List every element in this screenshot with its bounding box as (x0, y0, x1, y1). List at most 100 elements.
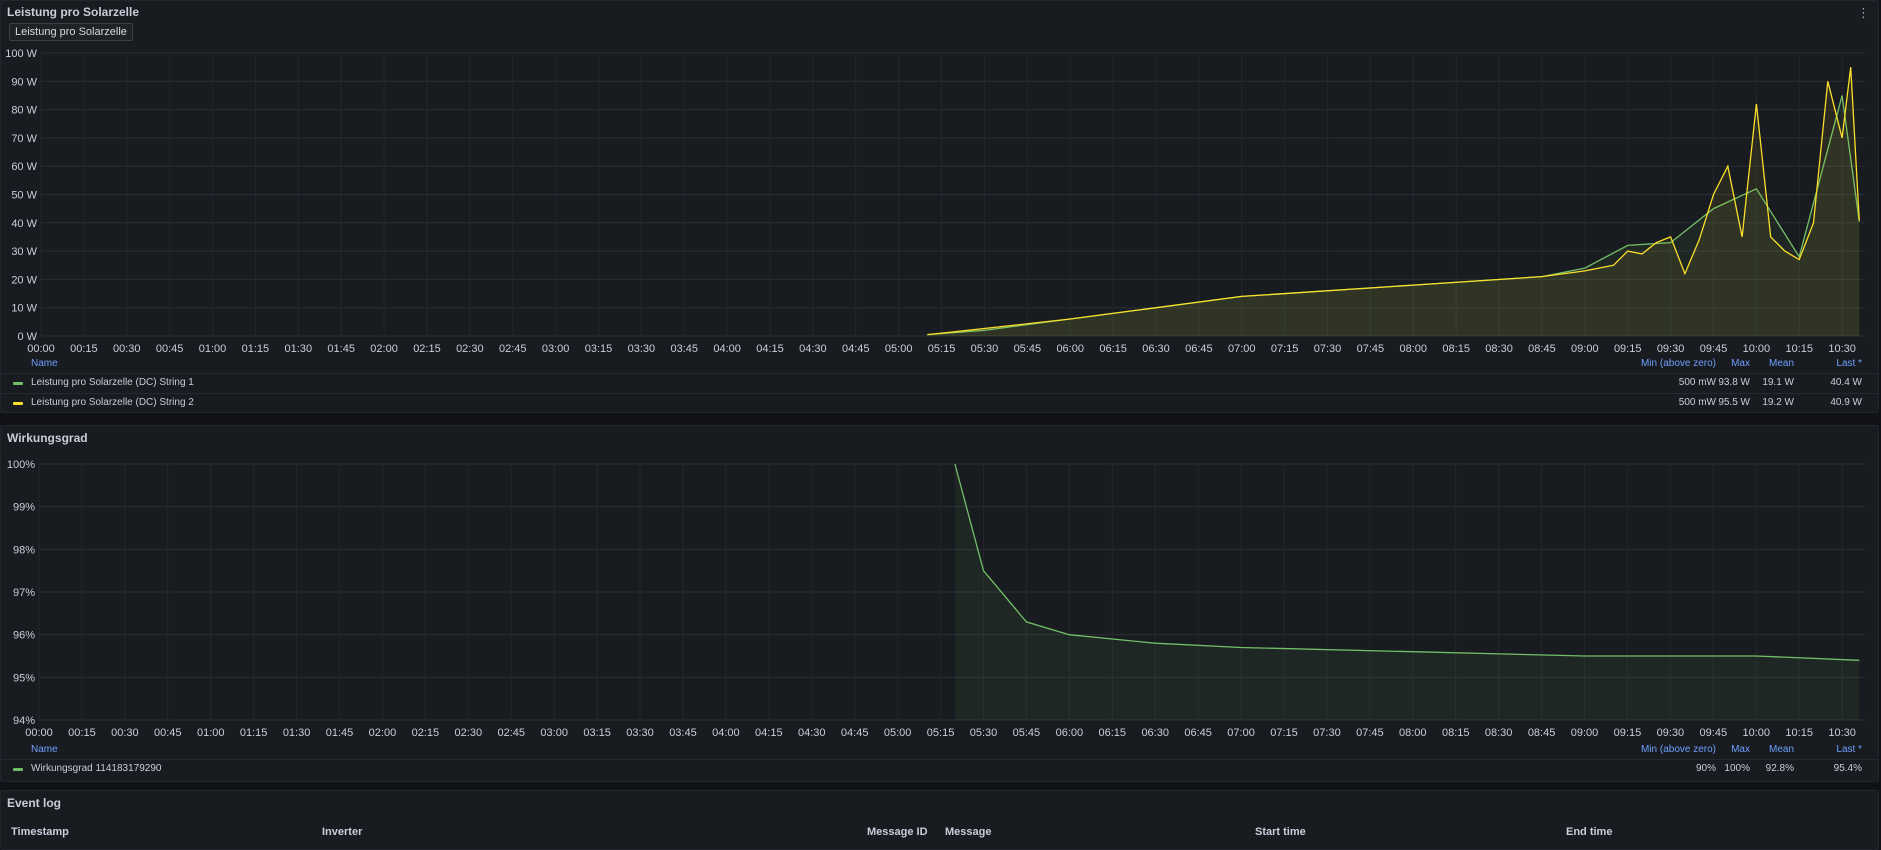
x-tick-label: 07:00 (1227, 727, 1255, 739)
x-tick-label: 08:30 (1485, 343, 1513, 355)
legend-col-mean[interactable]: Mean (1769, 741, 1794, 759)
efficiency-panel: Wirkungsgrad 94% 95% 96% 97% 98% 99% 100% 00:00… (0, 425, 1879, 782)
x-tick-label: 08:00 (1399, 727, 1427, 739)
legend-mean-value: 92.8% (1765, 763, 1794, 774)
x-tick-label: 01:30 (283, 727, 311, 739)
x-tick-label: 01:15 (240, 727, 268, 739)
x-tick-label: 10:30 (1828, 343, 1856, 355)
y-tick-label: 40 W (11, 218, 37, 230)
y-tick-label: 100% (7, 459, 35, 471)
x-tick-label: 03:15 (585, 343, 613, 355)
legend-col-last[interactable]: Last * (1836, 741, 1862, 759)
x-tick-label: 01:15 (242, 343, 270, 355)
legend-col-last[interactable]: Last * (1836, 355, 1862, 373)
column-header-inverter[interactable]: Inverter (322, 826, 362, 838)
x-tick-label: 06:00 (1056, 727, 1084, 739)
y-tick-label: 60 W (11, 161, 37, 173)
x-tick-label: 09:15 (1614, 727, 1642, 739)
x-tick-label: 02:15 (412, 727, 440, 739)
x-tick-label: 07:45 (1356, 727, 1384, 739)
x-tick-label: 03:15 (583, 727, 611, 739)
x-tick-label: 10:15 (1785, 727, 1813, 739)
x-tick-label: 04:30 (798, 727, 826, 739)
x-tick-label: 00:30 (111, 727, 139, 739)
y-tick-label: 98% (13, 544, 35, 556)
x-tick-label: 05:30 (970, 727, 998, 739)
x-tick-label: 05:00 (884, 727, 912, 739)
x-tick-label: 09:00 (1571, 343, 1599, 355)
column-header-message-id[interactable]: Message ID (867, 826, 928, 838)
x-tick-label: 07:30 (1314, 343, 1342, 355)
legend-series-name[interactable]: Wirkungsgrad 114183179290 (31, 760, 161, 778)
y-tick-label: 30 W (11, 246, 37, 258)
x-tick-label: 06:30 (1141, 727, 1169, 739)
x-tick-label: 04:00 (712, 727, 740, 739)
legend-col-min[interactable]: Min (above zero) (1641, 741, 1716, 759)
column-header-timestamp[interactable]: Timestamp (11, 826, 69, 838)
x-tick-label: 08:30 (1485, 727, 1513, 739)
efficiency-chart[interactable]: 94% 95% 96% 97% 98% 99% 100% 00:00 00:15 00:30 00:… (1, 426, 1880, 746)
x-tick-label: 10:15 (1785, 343, 1813, 355)
legend-series-name[interactable]: Leistung pro Solarzelle (DC) String 1 (31, 374, 194, 392)
x-tick-label: 04:15 (755, 727, 783, 739)
column-header-start-time[interactable]: Start time (1255, 826, 1306, 838)
legend-col-min[interactable]: Min (above zero) (1641, 355, 1716, 373)
x-tick-label: 05:15 (928, 343, 956, 355)
legend-header: Name Min (above zero) Max Mean Last * (1, 355, 1878, 373)
x-tick-label: 04:45 (841, 727, 869, 739)
x-tick-label: 04:15 (756, 343, 784, 355)
legend-col-max[interactable]: Max (1731, 741, 1750, 759)
power-panel: Leistung pro Solarzelle ⋮ Leistung pro S… (0, 0, 1879, 413)
x-tick-label: 05:00 (885, 343, 913, 355)
y-tick-label: 100 W (5, 48, 37, 60)
y-tick-label: 50 W (11, 190, 37, 202)
power-chart[interactable]: 0 W 10 W 20 W 30 W 40 W 50 W 60 W 70 W 80 W 90 W 1… (1, 1, 1880, 361)
x-tick-label: 09:45 (1700, 727, 1728, 739)
column-header-message[interactable]: Message (945, 826, 991, 838)
legend-row[interactable]: Leistung pro Solarzelle (DC) String 1 50… (1, 373, 1878, 392)
x-tick-label: 07:45 (1357, 343, 1385, 355)
x-tick-label: 06:15 (1099, 727, 1127, 739)
legend-mean-value: 19.2 W (1762, 397, 1794, 408)
column-header-end-time[interactable]: End time (1566, 826, 1612, 838)
x-tick-label: 07:30 (1313, 727, 1341, 739)
x-tick-label: 06:30 (1142, 343, 1170, 355)
legend-col-max[interactable]: Max (1731, 355, 1750, 373)
legend-max-value: 95.5 W (1718, 397, 1750, 408)
legend-row[interactable]: Wirkungsgrad 114183179290 90% 100% 92.8%… (1, 759, 1878, 778)
legend-col-name[interactable]: Name (31, 355, 58, 373)
legend-row[interactable]: Leistung pro Solarzelle (DC) String 2 50… (1, 393, 1878, 412)
y-tick-label: 10 W (11, 303, 37, 315)
x-tick-label: 05:45 (1013, 727, 1041, 739)
y-tick-label: 70 W (11, 133, 37, 145)
x-tick-label: 02:15 (413, 343, 441, 355)
legend-last-value: 95.4% (1833, 763, 1862, 774)
x-tick-label: 00:30 (113, 343, 141, 355)
legend-series-name[interactable]: Leistung pro Solarzelle (DC) String 2 (31, 394, 194, 412)
y-tick-label: 90 W (11, 76, 37, 88)
legend-col-name[interactable]: Name (31, 741, 58, 759)
legend-max-value: 100% (1724, 763, 1750, 774)
legend-min-value: 500 mW (1678, 377, 1716, 388)
x-tick-label: 10:00 (1742, 727, 1770, 739)
x-tick-label: 01:00 (197, 727, 225, 739)
x-tick-label: 10:00 (1743, 343, 1771, 355)
x-tick-label: 02:00 (369, 727, 397, 739)
y-tick-label: 80 W (11, 105, 37, 117)
x-tick-label: 02:45 (497, 727, 525, 739)
x-tick-label: 01:45 (326, 727, 354, 739)
x-tick-label: 03:30 (626, 727, 654, 739)
legend-col-mean[interactable]: Mean (1769, 355, 1794, 373)
x-tick-label: 08:45 (1528, 343, 1556, 355)
series-color-swatch (13, 382, 23, 385)
legend-min-value: 500 mW (1678, 397, 1716, 408)
x-tick-label: 01:45 (327, 343, 355, 355)
y-tick-label: 99% (13, 502, 35, 514)
event-log-title: Event log (7, 796, 62, 810)
x-tick-label: 00:15 (70, 343, 98, 355)
legend-mean-value: 19.1 W (1762, 377, 1794, 388)
x-tick-label: 00:00 (25, 727, 53, 739)
series-area (927, 67, 1860, 336)
x-tick-label: 00:15 (68, 727, 96, 739)
series-line (954, 463, 1860, 661)
